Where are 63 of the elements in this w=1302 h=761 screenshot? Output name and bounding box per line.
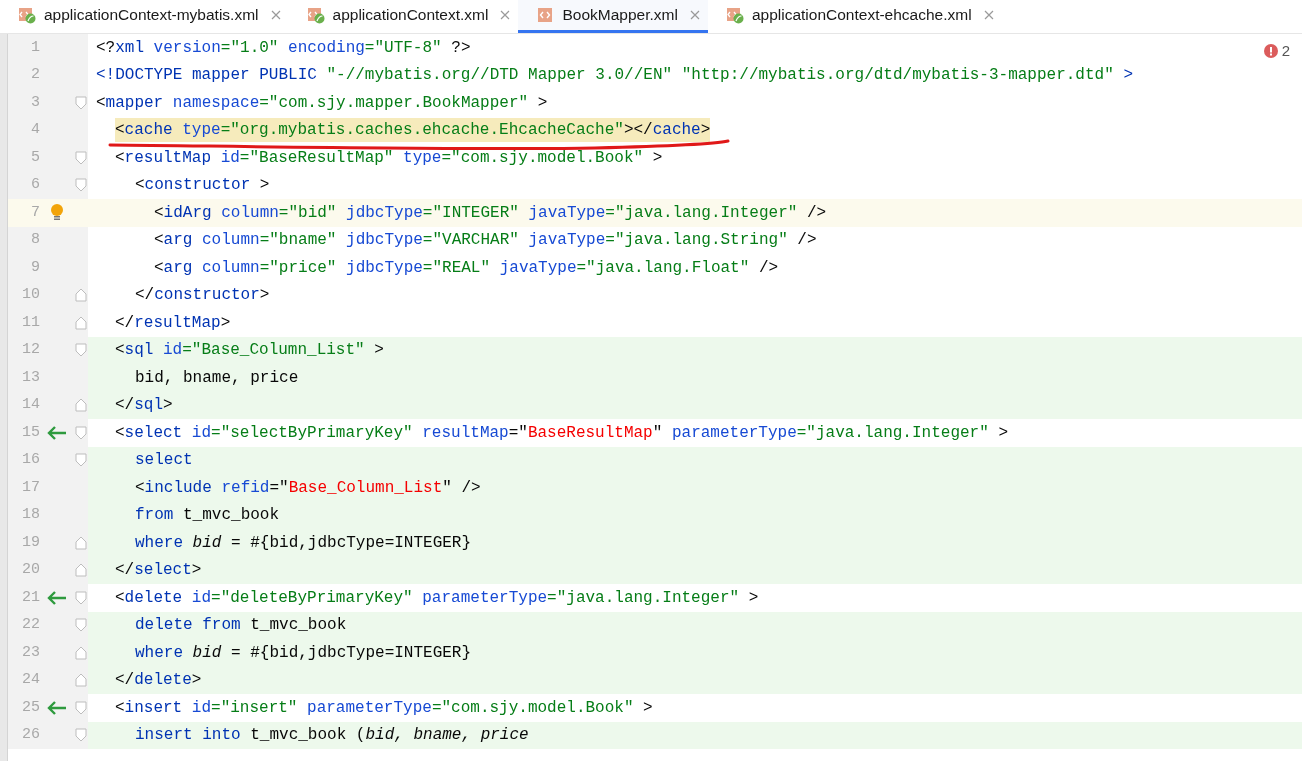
editor-tab[interactable]: applicationContext.xml [288,0,519,33]
line-number: 9 [30,257,40,278]
close-icon[interactable] [983,10,994,20]
editor-tab[interactable]: applicationContext-mybatis.xml [0,0,289,33]
close-icon[interactable] [500,10,511,20]
fold-end-icon[interactable] [75,645,87,660]
close-icon[interactable] [270,10,281,20]
tab-label: BookMapper.xml [562,5,678,26]
fold-icon[interactable] [75,590,87,605]
tab-label: applicationContext-ehcache.xml [751,5,972,26]
xml-leaf-icon [306,6,325,24]
line-number: 23 [21,642,40,663]
tab-label: applicationContext.xml [332,5,489,26]
fold-icon[interactable] [75,618,87,633]
editor-tab[interactable]: BookMapper.xml [518,0,708,33]
fold-icon[interactable] [75,95,87,110]
line-number: 24 [21,670,40,690]
line-number: 2 [30,65,40,85]
fold-icon[interactable] [75,425,87,440]
editor-tab[interactable]: applicationContext-ehcache.xml [707,0,1002,33]
line-number: 5 [30,147,40,168]
line-number: 7 [30,202,40,223]
fold-end-icon[interactable] [75,315,87,330]
left-arrow-icon[interactable] [46,424,68,441]
line-number: 25 [21,697,40,718]
left-arrow-icon[interactable] [46,699,68,716]
line-number: 4 [30,120,40,140]
line-number: 14 [21,395,40,415]
fold-icon[interactable] [75,700,87,715]
xml-file-icon [536,6,555,24]
xml-leaf-icon [18,6,36,24]
close-icon[interactable] [689,10,700,20]
line-number: 19 [21,532,40,553]
fold-end-icon[interactable] [75,673,87,688]
line-number: 18 [21,505,40,525]
xml-leaf-icon [725,6,744,24]
fold-icon[interactable] [75,343,87,358]
line-number: 3 [30,92,40,113]
line-number: 21 [21,587,40,608]
line-number: 22 [21,615,40,635]
line-number: 10 [21,285,40,305]
line-number: 6 [30,175,40,195]
fold-end-icon[interactable] [75,398,87,413]
line-number: 13 [21,367,40,388]
line-number: 8 [30,230,40,250]
line-number: 15 [21,422,40,443]
tab-label: applicationContext-mybatis.xml [44,5,259,26]
line-number: 16 [21,450,40,470]
fold-icon[interactable] [75,453,87,468]
left-arrow-icon[interactable] [46,589,68,606]
line-number: 11 [21,312,40,333]
line-number: 20 [21,560,40,580]
line-number: 26 [21,725,40,745]
fold-end-icon[interactable] [75,563,87,578]
fold-icon[interactable] [75,178,87,193]
fold-end-icon[interactable] [75,288,87,303]
fold-icon[interactable] [75,728,87,743]
line-number: 1 [30,37,40,58]
line-number: 17 [21,477,40,498]
lightbulb-icon[interactable] [50,202,64,223]
fold-icon[interactable] [75,150,87,165]
line-number: 12 [21,340,40,360]
fold-end-icon[interactable] [75,535,87,550]
